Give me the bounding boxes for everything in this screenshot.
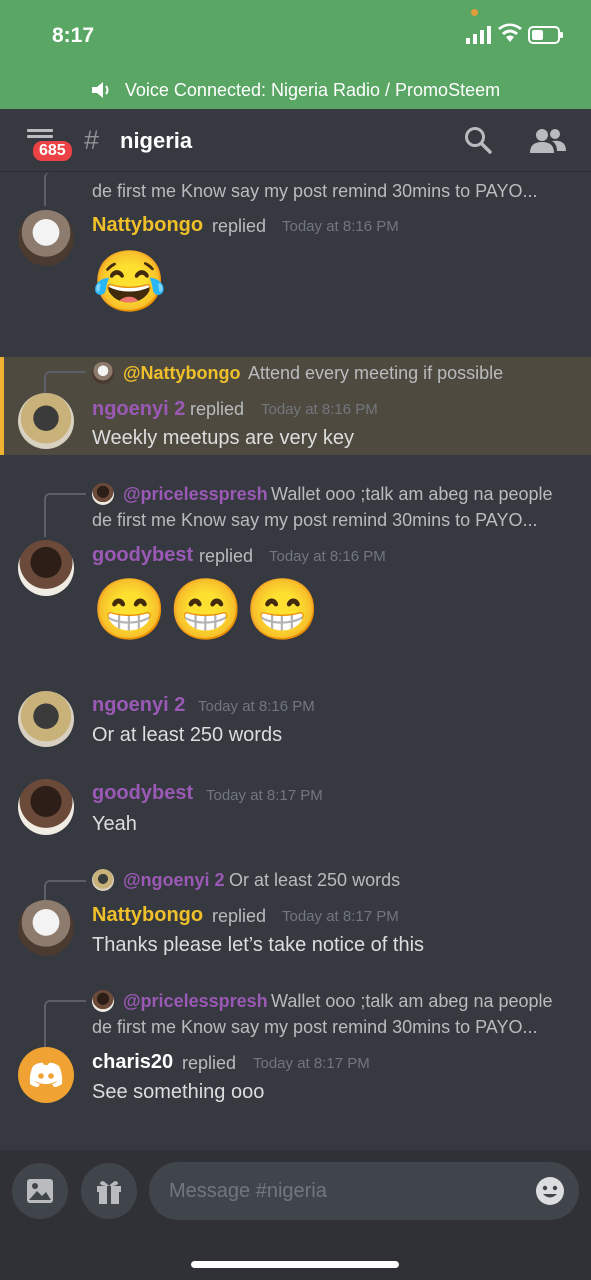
- reply-preview-text[interactable]: de first me Know say my post remind 30mi…: [92, 510, 538, 531]
- search-icon[interactable]: [464, 126, 492, 154]
- timestamp: Today at 8:16 PM: [269, 548, 386, 565]
- reply-avatar: [92, 990, 114, 1012]
- timestamp: Today at 8:17 PM: [206, 787, 323, 804]
- avatar[interactable]: [18, 393, 74, 449]
- gift-icon: [97, 1181, 121, 1204]
- reply-mention[interactable]: @pricelesspresh: [123, 991, 268, 1012]
- reply-mention[interactable]: @ngoenyi 2: [123, 870, 225, 891]
- channel-title[interactable]: nigeria: [120, 128, 192, 154]
- reply-spine: [44, 172, 84, 206]
- replied-label: replied: [212, 906, 267, 926]
- timestamp: Today at 8:17 PM: [282, 908, 399, 925]
- reply-avatar: [92, 869, 114, 891]
- avatar[interactable]: [18, 779, 74, 835]
- wifi-icon: [498, 23, 522, 42]
- timestamp: Today at 8:16 PM: [261, 401, 378, 418]
- avatar[interactable]: [18, 210, 74, 266]
- emoji-message: 😂: [92, 248, 167, 315]
- username[interactable]: charis20: [92, 1051, 173, 1074]
- reply-avatar: [92, 362, 114, 384]
- avatar[interactable]: [18, 900, 74, 956]
- voice-connected-text: Voice Connected: Nigeria Radio / PromoSt…: [124, 79, 501, 100]
- members-icon[interactable]: [530, 127, 566, 153]
- image-icon: [27, 1179, 53, 1203]
- reply-preview-text[interactable]: de first me Know say my post remind 30mi…: [92, 1017, 538, 1038]
- emoji-message: 😁😁😁: [92, 576, 323, 643]
- reply-preview-text[interactable]: Or at least 250 words: [229, 870, 400, 891]
- username[interactable]: goodybest: [92, 544, 193, 567]
- reply-preview-text[interactable]: de first me Know say my post remind 30mi…: [92, 181, 538, 202]
- mic-indicator-dot: [471, 9, 478, 16]
- replied-label: replied: [182, 1053, 237, 1073]
- unread-badge: 685: [30, 138, 75, 164]
- hash-icon: #: [84, 125, 100, 155]
- username[interactable]: ngoenyi 2: [92, 398, 185, 421]
- avatar[interactable]: [18, 691, 74, 747]
- replied-label: replied: [212, 216, 267, 236]
- gift-button[interactable]: [81, 1163, 137, 1219]
- avatar[interactable]: [18, 1047, 74, 1103]
- username[interactable]: goodybest: [92, 782, 193, 805]
- voice-connected-row[interactable]: Voice Connected: Nigeria Radio / PromoSt…: [0, 76, 591, 104]
- message-text: Or at least 250 words: [92, 724, 283, 746]
- speaker-icon: [91, 82, 109, 98]
- username[interactable]: Nattybongo: [92, 904, 203, 927]
- reply-preview-text[interactable]: Attend every meeting if possible: [248, 363, 503, 384]
- channel-header: 685 # nigeria: [0, 109, 591, 172]
- reply-mention[interactable]: @Nattybongo: [123, 363, 241, 384]
- reply-spine: [44, 1000, 86, 1048]
- reply-preview-text[interactable]: Wallet ooo ;talk am abeg na people: [271, 991, 553, 1012]
- reply-avatar: [92, 483, 114, 505]
- discord-logo-icon: [29, 1062, 63, 1087]
- timestamp: Today at 8:16 PM: [282, 218, 399, 235]
- timestamp: Today at 8:17 PM: [253, 1055, 370, 1072]
- message-composer: [0, 1150, 591, 1280]
- replied-label: replied: [199, 546, 254, 566]
- reply-preview-text[interactable]: Wallet ooo ;talk am abeg na people: [271, 484, 553, 505]
- signal-icon: [466, 26, 491, 44]
- reply-mention[interactable]: @pricelesspresh: [123, 484, 268, 505]
- message-input[interactable]: [149, 1162, 579, 1220]
- emoji-picker-icon[interactable]: [535, 1176, 565, 1206]
- timestamp: Today at 8:16 PM: [198, 698, 315, 715]
- home-indicator: [191, 1261, 399, 1268]
- message-text: Yeah: [92, 813, 137, 835]
- username[interactable]: Nattybongo: [92, 214, 203, 237]
- reply-spine: [44, 493, 86, 537]
- avatar[interactable]: [18, 540, 74, 596]
- message-text: See something ooo: [92, 1081, 265, 1103]
- battery-icon: [528, 26, 563, 44]
- message-text: Thanks please let’s take notice of this: [92, 934, 425, 956]
- status-time: 8:17: [52, 24, 95, 47]
- voice-banner[interactable]: 8:17 Voice Connected: Nigeria Radio / Pr…: [0, 0, 591, 109]
- attach-image-button[interactable]: [12, 1163, 68, 1219]
- replied-label: replied: [190, 399, 245, 419]
- message-text: Weekly meetups are very key: [92, 427, 354, 449]
- username[interactable]: ngoenyi 2: [92, 694, 185, 717]
